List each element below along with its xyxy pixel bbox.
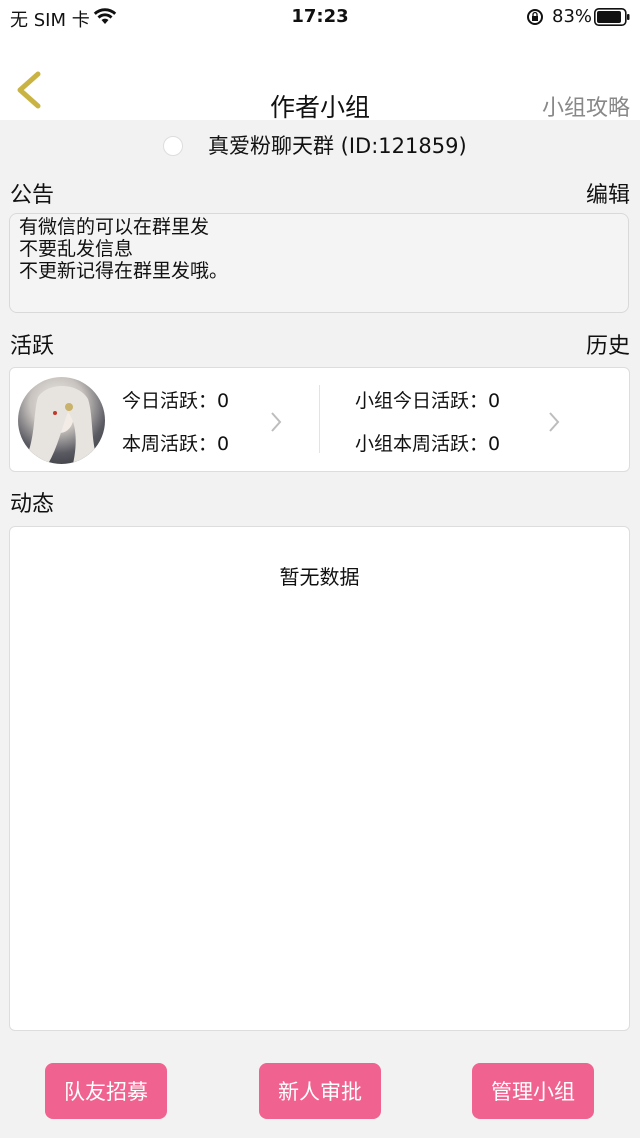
chevron-right-icon[interactable]: [548, 411, 560, 433]
edit-notice-button[interactable]: 编辑: [586, 177, 630, 209]
notice-line: 不要乱发信息: [19, 238, 134, 260]
group-guide-link[interactable]: 小组攻略: [542, 90, 630, 122]
battery-percent: 83%: [552, 6, 593, 27]
manage-group-button[interactable]: 管理小组: [472, 1063, 594, 1119]
chevron-right-icon[interactable]: [270, 411, 282, 433]
clock: 17:23: [291, 6, 349, 27]
notice-label: 公告: [10, 183, 55, 208]
group-name: 真爱粉聊天群 (ID:121859): [208, 134, 467, 158]
feed-list: [9, 526, 630, 1031]
orientation-lock-icon: [527, 9, 543, 25]
battery-icon: [594, 8, 630, 26]
history-button[interactable]: 历史: [586, 328, 630, 360]
divider: [319, 385, 320, 453]
new-member-review-button[interactable]: 新人审批: [259, 1063, 381, 1119]
avatar-illustration: [23, 385, 100, 464]
empty-state-text: 暂无数据: [279, 565, 360, 589]
avatar[interactable]: [18, 377, 105, 464]
notice-line: 不更新记得在群里发哦。: [19, 260, 229, 282]
week-active: 本周活跃：0: [122, 433, 230, 455]
notice-line: 有微信的可以在群里发: [19, 216, 210, 238]
group-week-active: 小组本周活跃：0: [355, 433, 501, 455]
activity-label: 活跃: [10, 334, 55, 359]
today-active: 今日活跃：0: [122, 390, 230, 412]
group-avatar-icon: [163, 136, 183, 156]
feed-label: 动态: [10, 492, 55, 517]
recruit-teammates-button[interactable]: 队友招募: [45, 1063, 167, 1119]
notice-box: 有微信的可以在群里发 不要乱发信息 不更新记得在群里发哦。: [9, 213, 629, 313]
group-today-active: 小组今日活跃：0: [355, 390, 501, 412]
